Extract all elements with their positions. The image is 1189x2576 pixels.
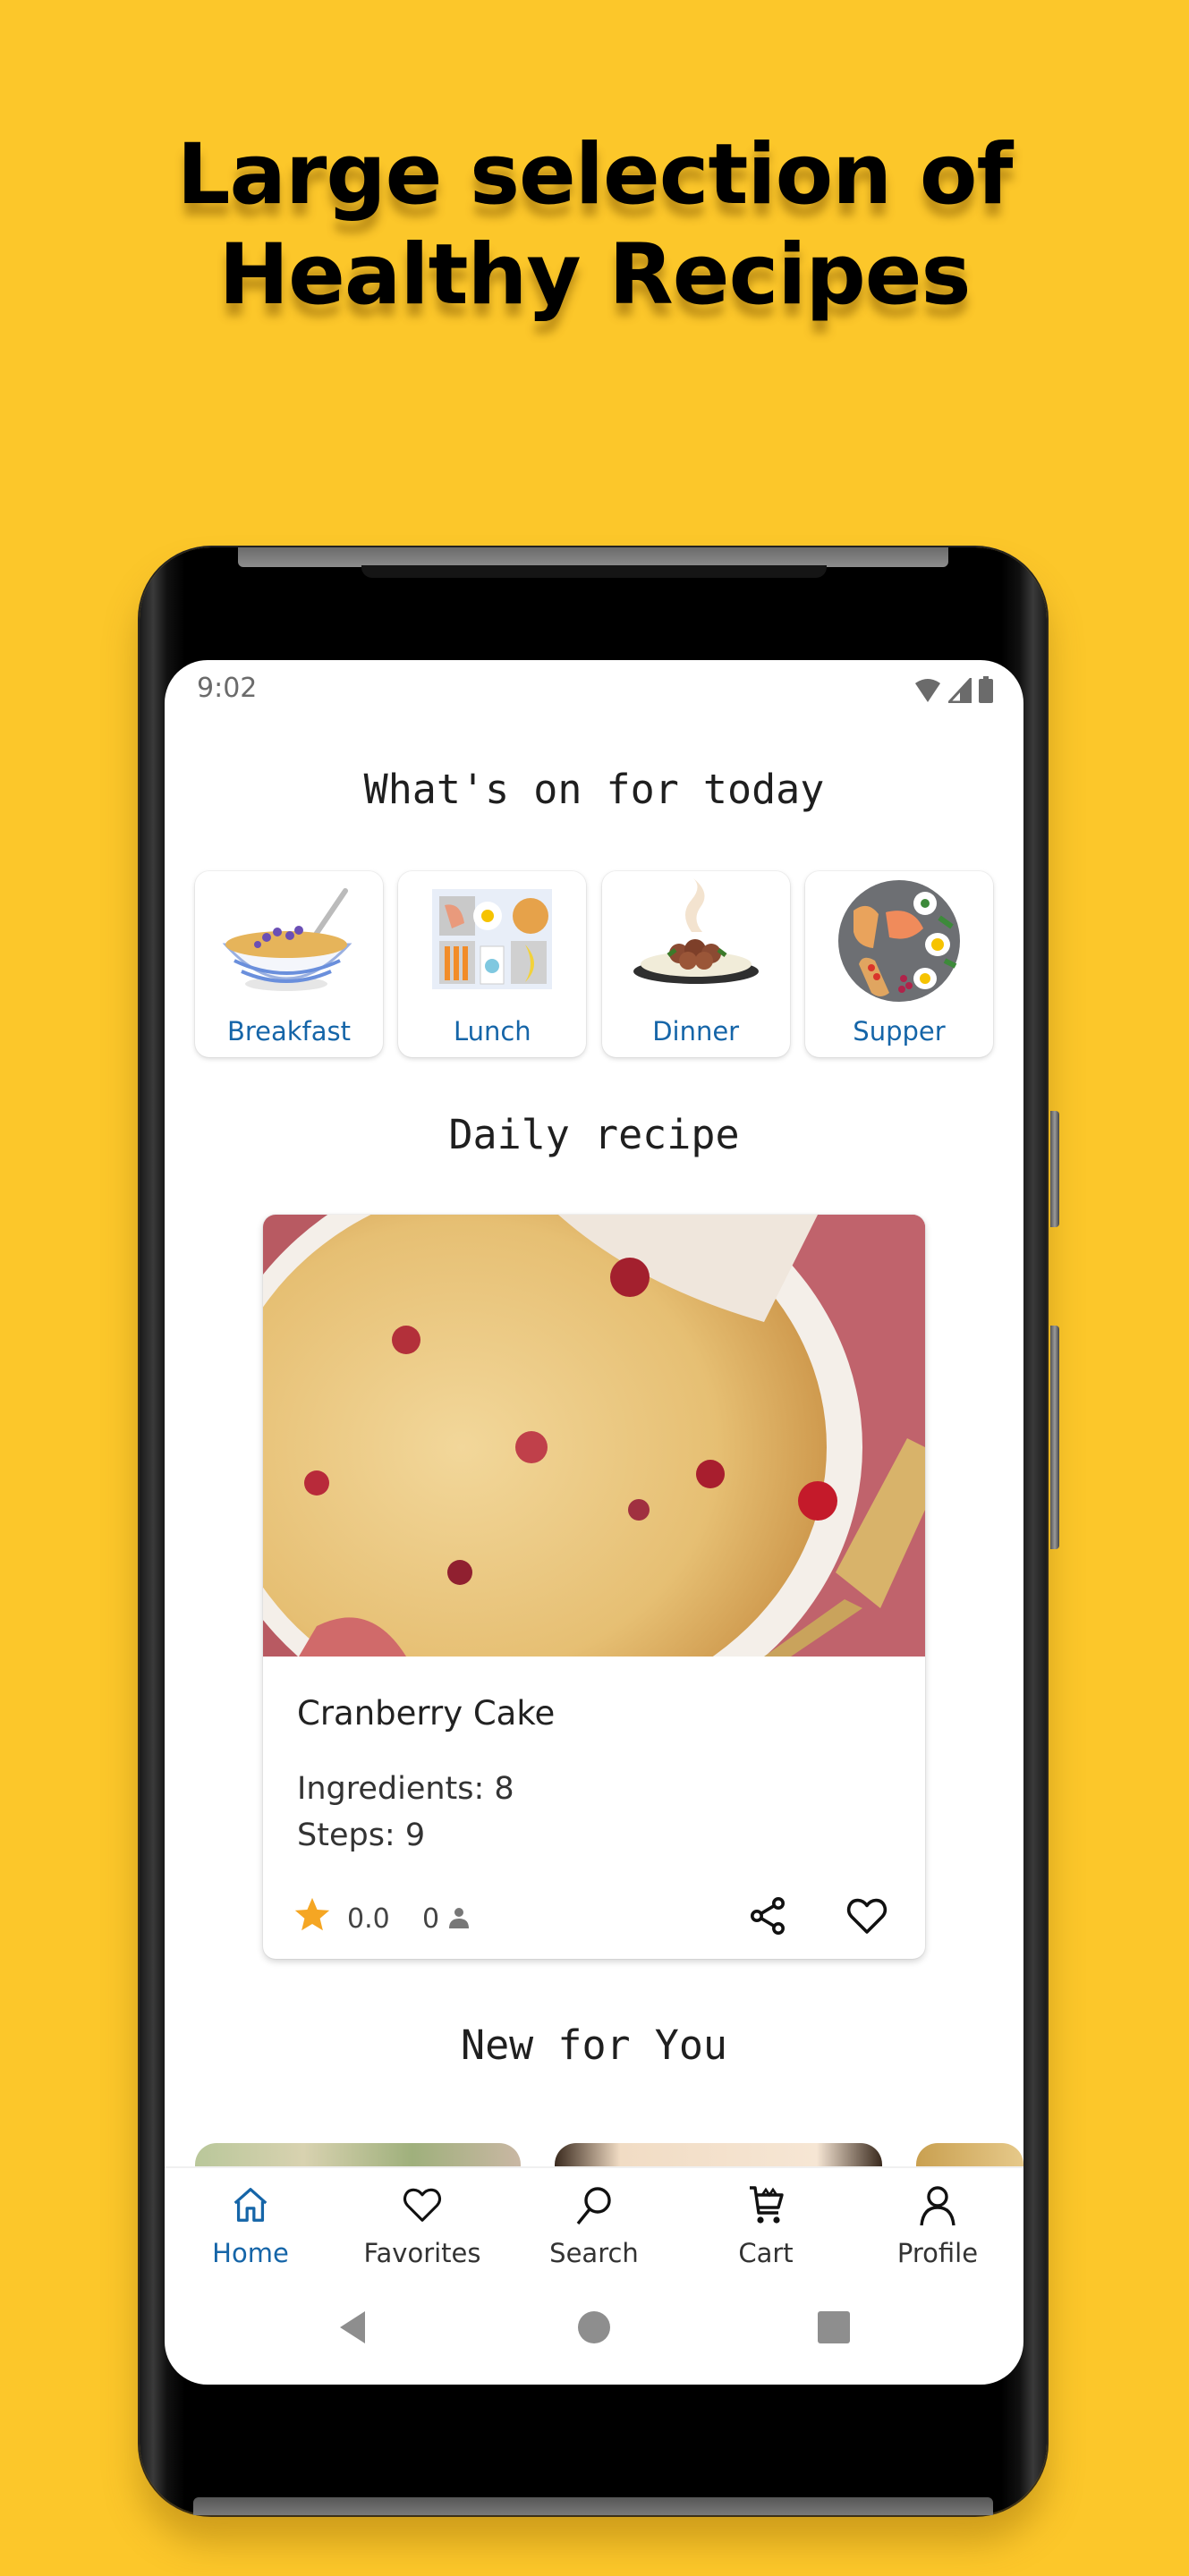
daily-recipe-card[interactable]: Cranberry Cake Ingredients: 8 Steps: 9 0… [263,1215,925,1959]
wifi-icon [915,679,940,702]
nav-favorites[interactable]: Favorites [336,2168,508,2302]
cranberry-cake-photo [263,1215,925,1657]
promo-headline-line2: Healthy Recipes [218,226,972,324]
rating-value: 0.0 [347,1903,390,1935]
categories-title: What's on for today [363,766,825,813]
status-time: 9:02 [197,673,258,704]
system-home-button[interactable] [576,2309,612,2345]
category-label: Breakfast [226,1016,352,1046]
recipe-name: Cranberry Cake [297,1694,556,1733]
signal-icon [948,678,972,703]
system-back-button[interactable] [335,2309,370,2345]
daily-recipe-title: Daily recipe [448,1111,740,1158]
cart-icon [750,2186,784,2224]
category-supper[interactable]: Supper [804,871,993,1057]
favorite-button[interactable] [845,1894,889,1937]
recipe-steps: Steps: 9 [297,1818,426,1853]
status-bar: 9:02 [165,660,1023,719]
nav-label: Favorites [363,2238,481,2268]
cereal-bowl-illustration [222,888,352,991]
system-recents-button[interactable] [816,2309,852,2345]
new-for-you-title: New for You [460,2021,727,2069]
promo-headline: Large selection of Healthy Recipes [0,125,1189,326]
steaming-dinner-plate-illustration [633,878,759,984]
reviews-count: 0 [422,1903,440,1935]
share-button[interactable] [746,1894,789,1937]
heart-icon [403,2188,442,2222]
person-icon [449,1908,469,1928]
phone-top-bezel [238,547,948,567]
nav-profile[interactable]: Profile [852,2168,1023,2302]
category-breakfast[interactable]: Breakfast [195,871,383,1057]
system-navigation-bar [165,2301,1023,2385]
category-label: Dinner [652,1016,740,1046]
battery-icon [979,676,993,703]
star-icon [294,1897,330,1931]
category-lunch[interactable]: Lunch [398,871,587,1057]
phone-bottom-bezel [193,2497,993,2515]
volume-button [1050,1111,1059,1227]
category-list: Breakfast Lunch Dinner Supper [195,871,993,1057]
nav-home[interactable]: Home [165,2168,336,2302]
recipe-footer: 0.0 0 [263,1894,925,1948]
category-label: Supper [853,1016,946,1046]
supper-platter-illustration [837,880,960,1002]
recipe-ingredients: Ingredients: 8 [297,1771,514,1807]
phone-speaker [361,565,827,578]
promo-headline-line1: Large selection of [176,126,1014,224]
bottom-navigation: Home Favorites Search Cart Profile [165,2166,1023,2302]
nav-label: Home [212,2238,289,2268]
power-button [1050,1326,1059,1549]
nav-label: Cart [738,2238,794,2268]
nav-label: Search [549,2238,639,2268]
home-icon [234,2188,268,2222]
nav-search[interactable]: Search [508,2168,680,2302]
lunch-tray-illustration [432,889,553,989]
app-screen: 9:02 What's on for today Breakfast Lunch… [165,660,1023,2385]
search-icon [576,2187,611,2225]
profile-icon [920,2186,955,2226]
nav-label: Profile [896,2238,979,2268]
category-dinner[interactable]: Dinner [601,871,790,1057]
nav-cart[interactable]: Cart [680,2168,852,2302]
category-label: Lunch [453,1016,531,1046]
